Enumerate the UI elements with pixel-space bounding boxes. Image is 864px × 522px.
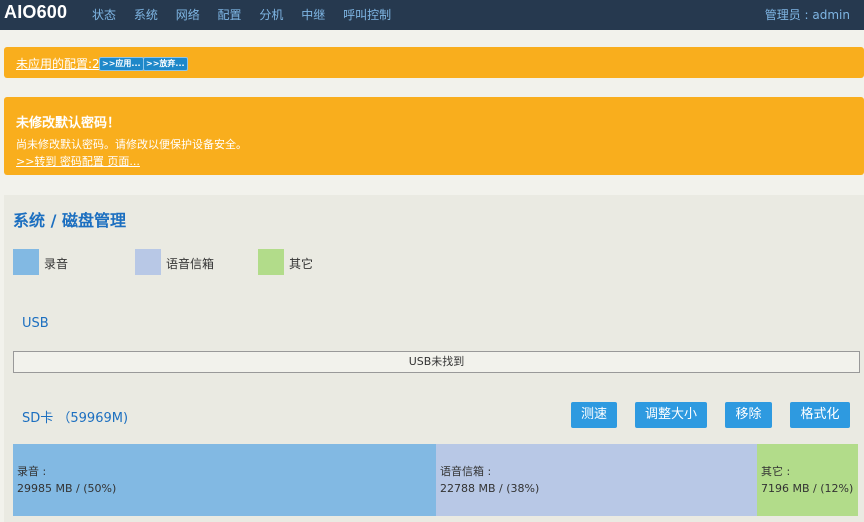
- page-title: 系统 / 磁盘管理: [13, 211, 126, 230]
- nav-network[interactable]: 网络: [176, 6, 200, 23]
- usb-status-bar: USB未找到: [13, 351, 860, 373]
- nav-extension[interactable]: 分机: [259, 6, 283, 23]
- password-warning-title: 未修改默认密码！: [16, 116, 121, 131]
- segment-name-other: 其它 :: [761, 465, 791, 478]
- legend-label-voicemail: 语音信箱: [166, 257, 215, 271]
- usage-segment-other: 其它 : 7196 MB / (12%): [757, 444, 858, 516]
- nav-system[interactable]: 系统: [134, 6, 158, 23]
- password-warning-text: 尚未修改默认密码。请修改以便保护设备安全。: [16, 138, 247, 151]
- legend-swatch-voicemail: [135, 249, 161, 275]
- segment-value-other: 7196 MB / (12%): [761, 482, 854, 495]
- discard-button[interactable]: >>放弃...: [143, 57, 188, 71]
- segment-value-recording: 29985 MB / (50%): [17, 482, 117, 495]
- legend-label-other: 其它: [289, 257, 314, 271]
- disk-management-panel: 系统 / 磁盘管理 录音 语音信箱 其它 USB USB未找到 SD卡 （599…: [4, 195, 864, 522]
- segment-value-voicemail: 22788 MB / (38%): [440, 482, 540, 495]
- legend-swatch-other: [258, 249, 284, 275]
- nav-status[interactable]: 状态: [92, 6, 116, 23]
- sd-usage-bar: 录音 : 29985 MB / (50%) 语音信箱 : 22788 MB / …: [13, 444, 858, 516]
- nav-trunk[interactable]: 中继: [301, 6, 325, 23]
- unapplied-config-banner: 未应用的配置:2 >>应用... >>放弃...: [4, 47, 864, 78]
- unapplied-config-link[interactable]: 未应用的配置:2: [16, 55, 100, 72]
- admin-user-link[interactable]: 管理员 : admin: [765, 6, 850, 23]
- resize-button[interactable]: 调整大小: [635, 402, 707, 428]
- apply-button[interactable]: >>应用...: [99, 57, 144, 71]
- usb-section-title: USB: [22, 316, 49, 331]
- nav-config[interactable]: 配置: [218, 6, 242, 23]
- segment-name-recording: 录音 :: [17, 465, 47, 478]
- sd-card-title: SD卡 （59969M): [22, 411, 129, 426]
- remove-button[interactable]: 移除: [725, 402, 772, 428]
- default-password-banner: 未修改默认密码！ 尚未修改默认密码。请修改以便保护设备安全。 >>转到 密码配置…: [4, 97, 864, 175]
- top-navbar: AIO600 状态 系统 网络 配置 分机 中继 呼叫控制 管理员 : admi…: [0, 0, 864, 30]
- usage-segment-recording: 录音 : 29985 MB / (50%): [13, 444, 436, 516]
- format-button[interactable]: 格式化: [790, 402, 850, 428]
- legend-label-recording: 录音: [44, 257, 69, 271]
- legend-swatch-recording: [13, 249, 39, 275]
- brand-logo[interactable]: AIO600: [4, 2, 67, 23]
- main-nav: 状态 系统 网络 配置 分机 中继 呼叫控制: [92, 6, 405, 23]
- password-config-link[interactable]: >>转到 密码配置 页面...: [16, 153, 140, 169]
- usage-segment-voicemail: 语音信箱 : 22788 MB / (38%): [436, 444, 757, 516]
- speed-test-button[interactable]: 测速: [571, 402, 617, 428]
- nav-call-control[interactable]: 呼叫控制: [343, 6, 391, 23]
- segment-name-voicemail: 语音信箱 :: [440, 465, 492, 478]
